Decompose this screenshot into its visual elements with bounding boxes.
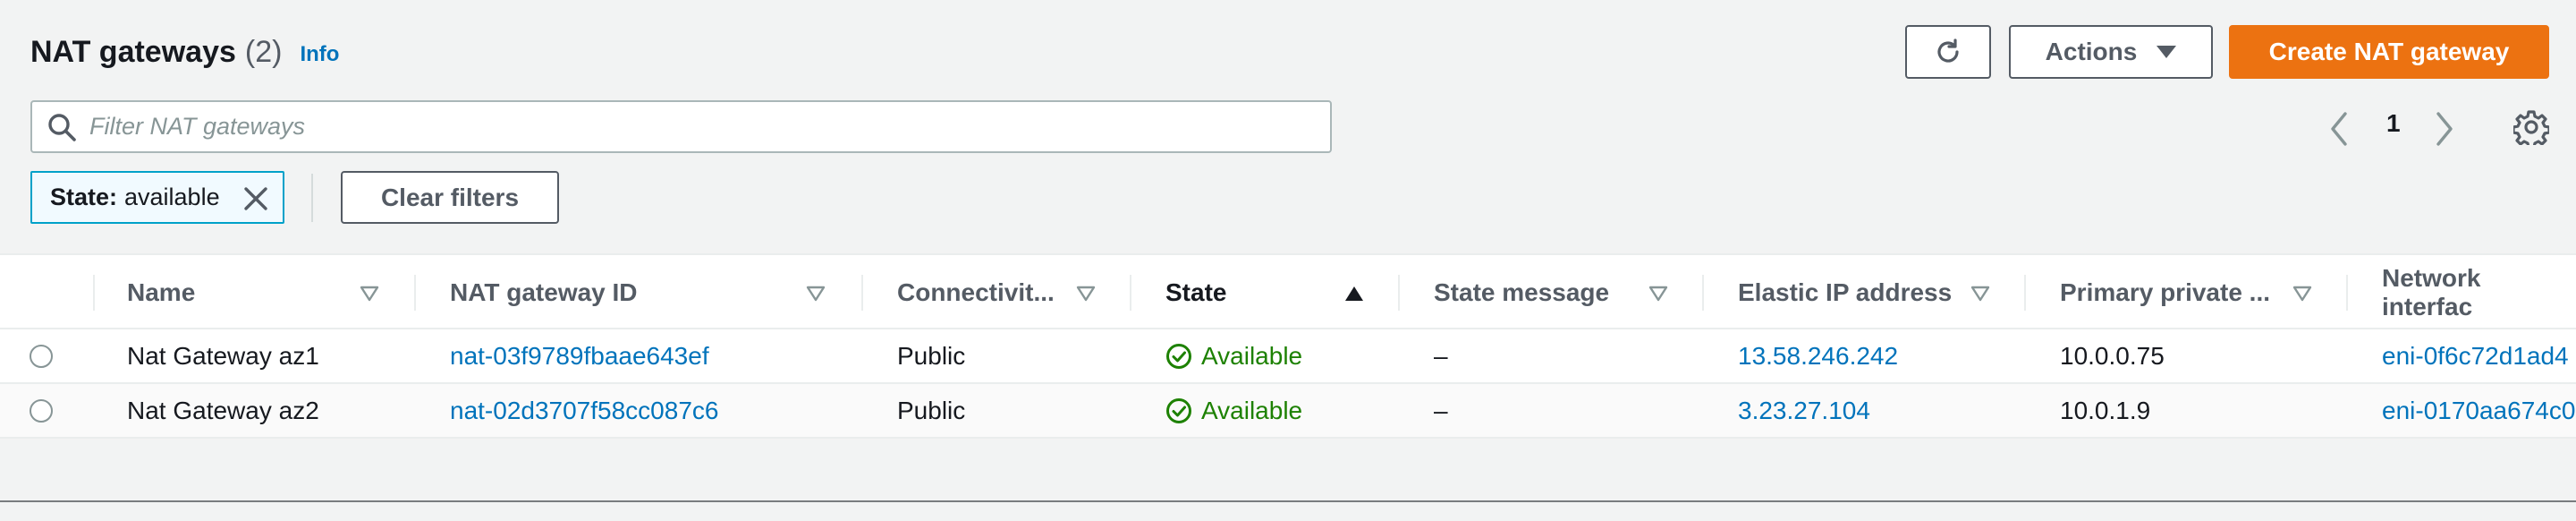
- filter-sort-icon[interactable]: [1648, 286, 1668, 302]
- column-separator: [1702, 275, 1704, 311]
- page-title: NAT gateways: [30, 34, 236, 69]
- nat-gateways-page: NAT gateways (2) Info Actions Create NAT…: [0, 0, 2576, 521]
- clear-filters-button[interactable]: Clear filters: [341, 171, 559, 224]
- column-header-nat-gateway-id[interactable]: NAT gateway ID: [450, 255, 638, 329]
- cell-state: Available: [1165, 329, 1302, 382]
- info-link[interactable]: Info: [300, 42, 339, 67]
- status-success-icon: [1166, 397, 1191, 423]
- state-text: Available: [1201, 341, 1303, 370]
- actions-dropdown-button[interactable]: Actions: [2009, 25, 2213, 79]
- previous-page-button[interactable]: [2326, 106, 2352, 152]
- column-separator: [414, 275, 416, 311]
- chevron-right-icon: [2436, 112, 2453, 146]
- status-success-icon: [1166, 343, 1191, 369]
- cell-connectivity: Public: [897, 396, 966, 424]
- page-header: NAT gateways (2) Info: [30, 30, 339, 73]
- cell-state-message: –: [1434, 396, 1448, 424]
- cell-name: Nat Gateway az1: [127, 341, 319, 370]
- table-header: Name NAT gateway ID Connectivit... State…: [0, 253, 2576, 329]
- table-row[interactable]: Nat Gateway az1 nat-03f9789fbaae643ef Pu…: [0, 329, 2576, 384]
- split-panel-divider[interactable]: [0, 500, 2576, 502]
- cell-nat-gateway-id-link[interactable]: nat-02d3707f58cc087c6: [450, 384, 718, 437]
- cell-private-ip: 10.0.0.75: [2060, 341, 2165, 370]
- chevron-left-icon: [2331, 112, 2347, 146]
- column-header-elastic-ip[interactable]: Elastic IP address: [1738, 255, 1952, 329]
- remove-filter-button[interactable]: [242, 184, 270, 219]
- column-separator: [1130, 275, 1131, 311]
- column-separator: [2346, 275, 2348, 311]
- caret-down-icon: [2157, 46, 2177, 58]
- search-input[interactable]: [89, 102, 1330, 151]
- actions-label: Actions: [2045, 38, 2138, 65]
- table-row[interactable]: Nat Gateway az2 nat-02d3707f58cc087c6 Pu…: [0, 384, 2576, 439]
- column-header-primary-private-ip[interactable]: Primary private ...: [2060, 255, 2270, 329]
- cell-state-message: –: [1434, 341, 1448, 370]
- search-box[interactable]: [30, 100, 1332, 153]
- search-icon: [48, 113, 76, 141]
- cell-elastic-ip-link[interactable]: 13.58.246.242: [1738, 329, 1898, 382]
- create-label: Create NAT gateway: [2268, 38, 2510, 65]
- filter-token-value: available: [124, 184, 220, 210]
- column-header-connectivity[interactable]: Connectivit...: [897, 255, 1055, 329]
- cell-network-interface-link[interactable]: eni-0170aa674c0: [2382, 384, 2575, 437]
- column-separator: [1398, 275, 1400, 311]
- column-header-network-interface[interactable]: Network interfac: [2382, 255, 2576, 329]
- create-nat-gateway-button[interactable]: Create NAT gateway: [2229, 25, 2549, 79]
- cell-network-interface-link[interactable]: eni-0f6c72d1ad4: [2382, 329, 2569, 382]
- cell-nat-gateway-id-link[interactable]: nat-03f9789fbaae643ef: [450, 329, 709, 382]
- column-separator: [2024, 275, 2026, 311]
- cell-name: Nat Gateway az2: [127, 396, 319, 424]
- column-separator: [861, 275, 863, 311]
- clear-filters-label: Clear filters: [380, 183, 520, 211]
- row-select-radio[interactable]: [30, 399, 53, 423]
- cell-elastic-ip-link[interactable]: 3.23.27.104: [1738, 384, 1870, 437]
- state-filter-token: State: available: [30, 171, 284, 224]
- nat-gateways-table: Name NAT gateway ID Connectivit... State…: [0, 253, 2576, 439]
- next-page-button[interactable]: [2431, 106, 2458, 152]
- filter-token-key: State:: [50, 184, 118, 210]
- filter-sort-icon[interactable]: [1970, 286, 1990, 302]
- cell-connectivity: Public: [897, 341, 966, 370]
- item-count: (2): [244, 34, 283, 69]
- column-header-state-message[interactable]: State message: [1434, 255, 1609, 329]
- column-header-state[interactable]: State: [1165, 255, 1226, 329]
- column-separator: [93, 275, 95, 311]
- filter-sort-icon[interactable]: [806, 286, 826, 302]
- close-icon: [244, 187, 267, 210]
- filter-sort-icon[interactable]: [2292, 286, 2312, 302]
- current-page-number[interactable]: 1: [2386, 109, 2401, 138]
- filter-sort-icon[interactable]: [1076, 286, 1096, 302]
- gear-icon: [2512, 110, 2551, 149]
- refresh-button[interactable]: [1905, 25, 1991, 79]
- sort-ascending-icon[interactable]: [1344, 286, 1364, 302]
- filter-sort-icon[interactable]: [360, 286, 379, 302]
- preferences-button[interactable]: [2512, 109, 2551, 149]
- refresh-icon: [1937, 38, 1959, 63]
- row-select-radio[interactable]: [30, 345, 53, 368]
- state-text: Available: [1201, 396, 1303, 424]
- cell-private-ip: 10.0.1.9: [2060, 396, 2151, 424]
- cell-state: Available: [1165, 384, 1302, 437]
- column-header-name[interactable]: Name: [127, 255, 195, 329]
- filter-divider: [311, 174, 313, 222]
